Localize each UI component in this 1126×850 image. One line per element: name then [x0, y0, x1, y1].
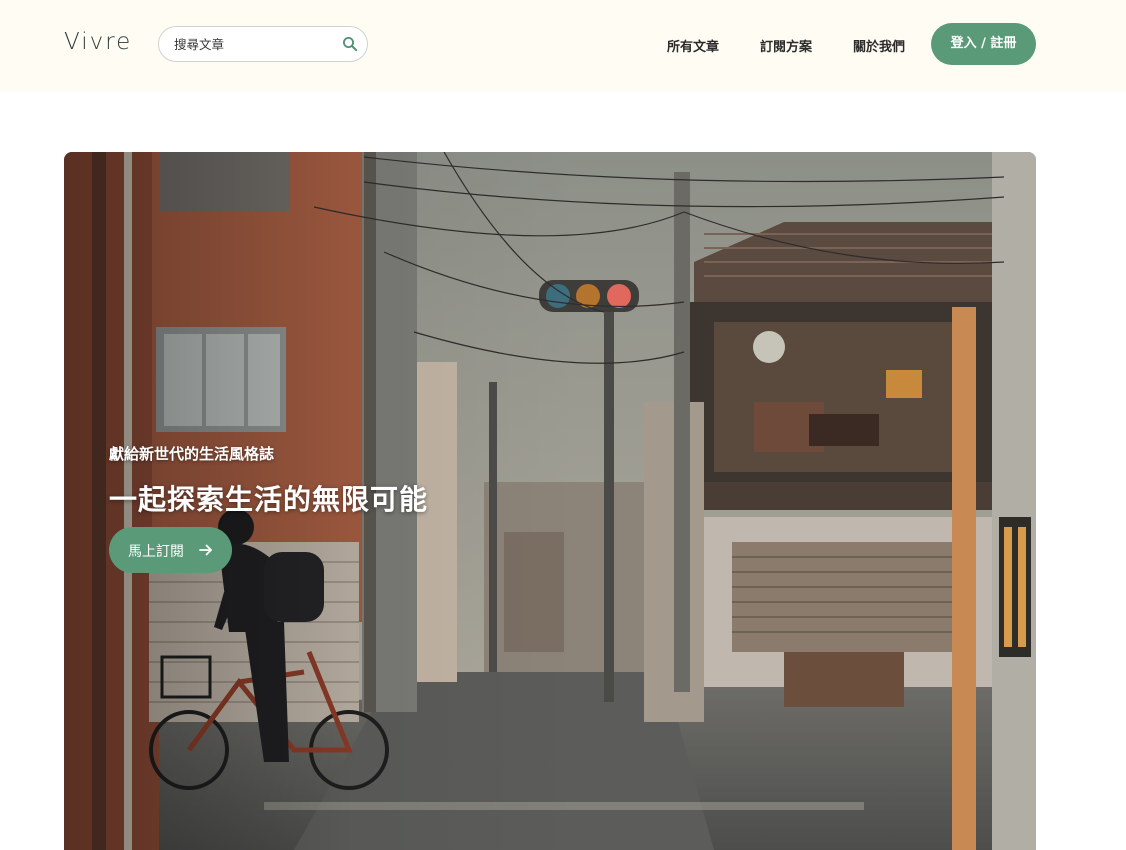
subscribe-now-label: 馬上訂閱: [128, 544, 184, 560]
search-icon[interactable]: [342, 36, 358, 52]
nav-subscription-plans[interactable]: 訂閱方案: [760, 36, 812, 55]
arrow-right-icon: [199, 544, 212, 556]
subscribe-now-button[interactable]: 馬上訂閱: [109, 527, 232, 573]
site-header: Vivre 所有文章 訂閱方案 關於我們 登入 / 註冊: [0, 0, 1126, 92]
hero-banner: 獻給新世代的生活風格誌 一起探索生活的無限可能 馬上訂閱: [64, 152, 1036, 850]
search-box[interactable]: [158, 26, 368, 62]
site-logo[interactable]: Vivre: [64, 29, 132, 55]
hero-title: 一起探索生活的無限可能: [109, 483, 429, 516]
hero-subtitle: 獻給新世代的生活風格誌: [109, 445, 275, 463]
nav-about-us[interactable]: 關於我們: [853, 36, 905, 55]
search-input[interactable]: [174, 35, 334, 53]
login-register-button[interactable]: 登入 / 註冊: [931, 23, 1036, 65]
nav-all-articles[interactable]: 所有文章: [667, 36, 719, 55]
